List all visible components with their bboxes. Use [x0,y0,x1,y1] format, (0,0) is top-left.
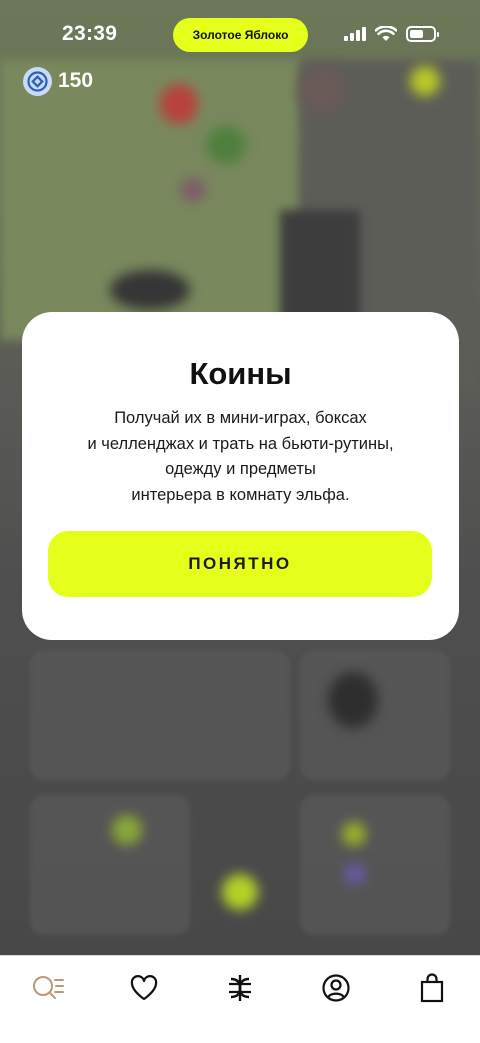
got-it-button[interactable]: ПОНЯТНО [48,531,432,597]
status-time: 23:39 [62,22,118,45]
dialog-description: Получай их в мини-играх, боксах и челлен… [41,406,441,508]
dialog-description-line: интерьера в комнату эльфа. [131,485,350,504]
tab-profile[interactable] [312,964,360,1012]
dialog-description-line: Получай их в мини-играх, боксах [114,409,367,427]
bottom-tab-bar [0,955,480,1043]
status-bar: 23:39 Золотое Яблоко [0,0,480,70]
app-island-pill: Золотое Яблоко [173,18,308,52]
tab-home[interactable] [216,964,264,1012]
brand-logo-icon [229,975,251,1001]
island-label: Золотое Яблоко [192,28,289,42]
status-icons [344,26,439,42]
coin-counter[interactable]: 150 [23,66,93,96]
shopping-bag-icon [420,973,444,1003]
dialog-description-line: одежду и предметы [165,460,316,478]
coin-icon [23,66,52,96]
coin-balance: 150 [58,69,94,92]
wifi-icon [375,26,397,41]
dialog-description-line: и челленджах и трать на бьюти-рутины, [87,434,394,453]
dialog-title: Коины [189,356,292,391]
tab-favorites[interactable] [120,964,168,1012]
coins-info-dialog: Коины Получай их в мини-играх, боксах и … [22,312,459,640]
heart-icon [130,975,158,1001]
cellular-signal-icon [344,27,366,41]
tab-search[interactable] [24,964,72,1012]
battery-icon [406,26,439,42]
profile-icon [322,974,350,1002]
tab-cart[interactable] [408,964,456,1012]
search-icon [33,976,64,999]
